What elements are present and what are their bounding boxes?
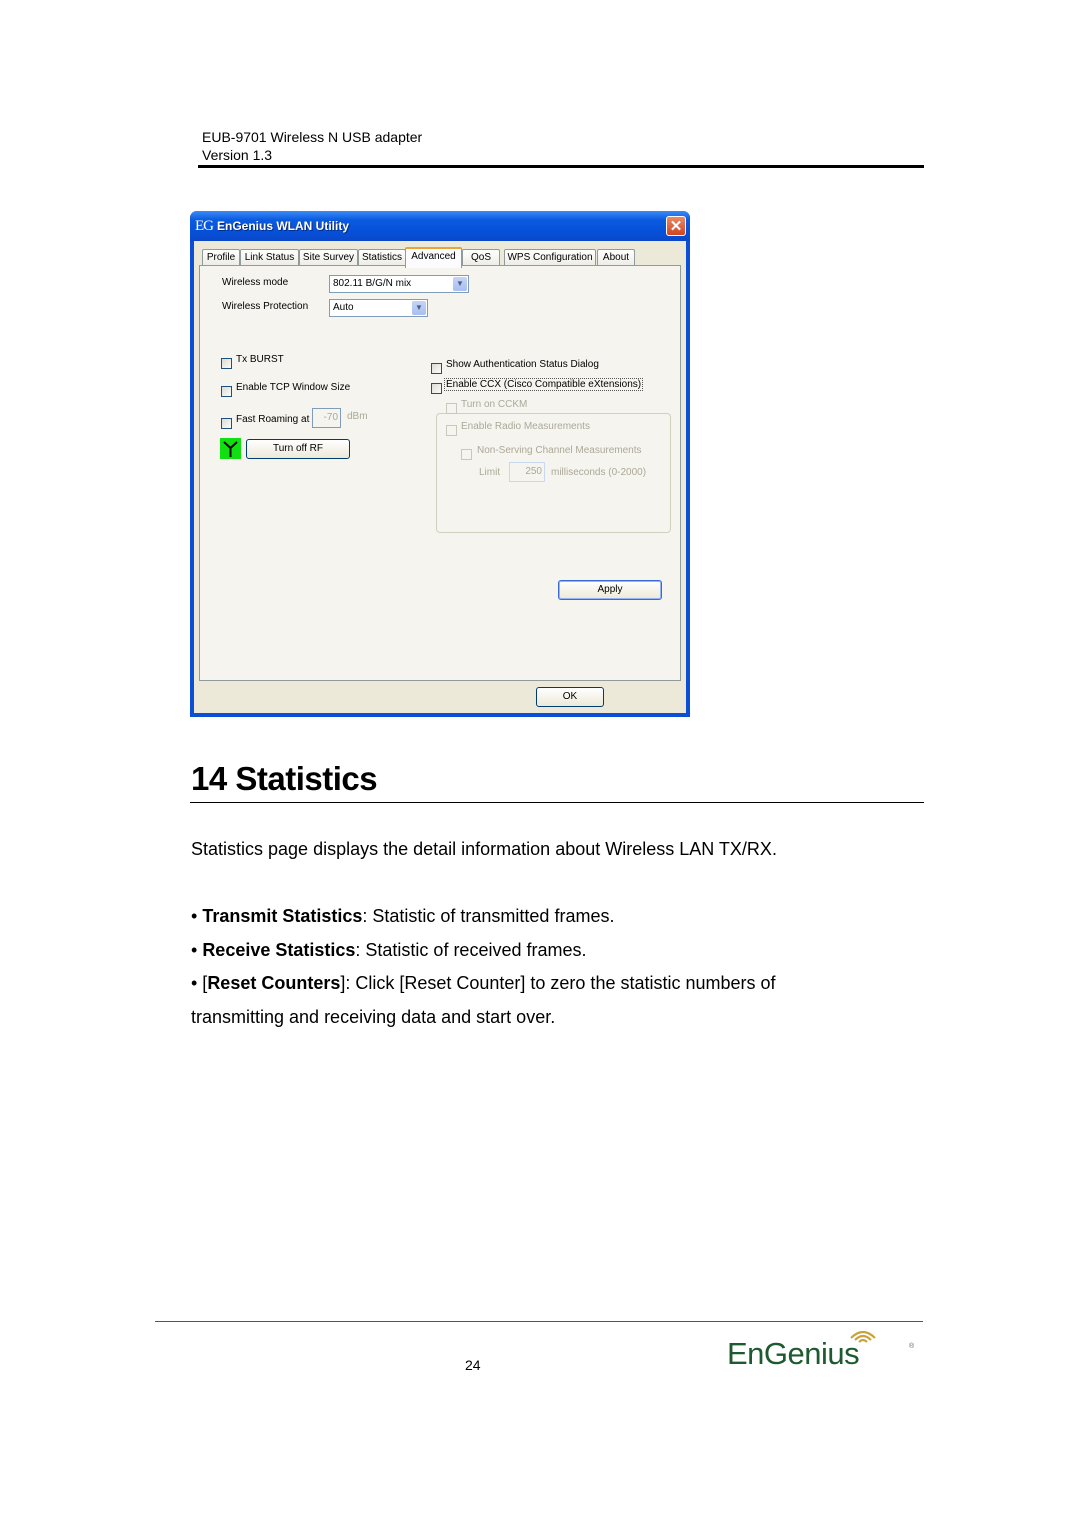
bullet-text: ]: Click [Reset Counter] to zero the sta… <box>340 973 776 993</box>
tab-link-status[interactable]: Link Status <box>240 249 299 266</box>
page-number: 24 <box>465 1357 481 1373</box>
title-bar[interactable]: EG EnGenius WLAN Utility ✕ <box>190 211 690 241</box>
fast-roaming-checkbox[interactable] <box>221 418 232 429</box>
window-title: EnGenius WLAN Utility <box>217 219 349 233</box>
tab-qos[interactable]: QoS <box>462 249 500 266</box>
fast-roaming-unit: dBm <box>347 411 368 422</box>
bullet-term: Reset Counters <box>207 973 341 993</box>
limit-input[interactable]: 250 <box>509 462 545 482</box>
tcp-window-label: Enable TCP Window Size <box>236 382 351 393</box>
non-serving-label: Non-Serving Channel Measurements <box>477 445 642 456</box>
footer-rule <box>155 1321 923 1322</box>
turn-on-cckm-checkbox[interactable] <box>446 403 457 414</box>
wireless-protection-select[interactable]: Auto ▼ <box>329 299 428 317</box>
radio-measurements-checkbox[interactable] <box>446 425 457 436</box>
radio-measurements-label: Enable Radio Measurements <box>461 421 590 432</box>
show-auth-dialog-checkbox[interactable] <box>431 363 442 374</box>
bullet-marker: • <box>191 906 203 926</box>
tab-advanced[interactable]: Advanced <box>405 247 462 268</box>
enable-ccx-checkbox[interactable] <box>431 383 442 394</box>
bullet-term: Transmit Statistics <box>202 906 363 926</box>
fast-roaming-label: Fast Roaming at <box>236 414 310 425</box>
tab-wps-configuration[interactable]: WPS Configuration <box>504 249 596 266</box>
wlan-utility-window: EG EnGenius WLAN Utility ✕ Profile Link … <box>190 211 690 717</box>
apply-button[interactable]: Apply <box>558 580 662 600</box>
show-auth-dialog-label: Show Authentication Status Dialog <box>446 359 599 370</box>
limit-label: Limit <box>479 467 501 478</box>
tab-profile[interactable]: Profile <box>202 249 240 266</box>
limit-unit: milliseconds (0-2000) <box>551 467 647 478</box>
bullet-receive: • Receive Statistics: Statistic of recei… <box>191 940 587 961</box>
ok-button[interactable]: OK <box>536 687 604 707</box>
fast-roaming-threshold-input[interactable]: -70 <box>312 408 341 428</box>
bullet-marker: • <box>191 940 203 960</box>
bullet-text: : Statistic of received frames. <box>355 940 587 960</box>
enable-ccx-label: Enable CCX (Cisco Compatible eXtensions) <box>443 378 644 391</box>
bullet-term: Receive Statistics <box>202 940 356 960</box>
non-serving-checkbox[interactable] <box>461 449 472 460</box>
bullet-transmit: • Transmit Statistics: Statistic of tran… <box>191 906 614 927</box>
antenna-icon <box>223 441 238 457</box>
section-title: 14 Statistics <box>191 760 378 797</box>
registered-mark: ® <box>909 1343 915 1350</box>
product-name: EUB-9701 Wireless N USB adapter <box>202 129 423 145</box>
wireless-mode-select[interactable]: 802.11 B/G/N mix ▼ <box>329 275 469 293</box>
advanced-panel: Wireless mode 802.11 B/G/N mix ▼ Wireles… <box>199 265 681 681</box>
close-icon: ✕ <box>669 218 683 235</box>
tcp-window-checkbox[interactable] <box>221 386 232 397</box>
tx-burst-label: Tx BURST <box>236 354 284 365</box>
window-client: Profile Link Status Site Survey Statisti… <box>194 241 686 713</box>
tab-about[interactable]: About <box>597 249 635 266</box>
wireless-mode-value: 802.11 B/G/N mix <box>333 278 412 289</box>
turn-off-rf-button[interactable]: Turn off RF <box>246 439 350 459</box>
turn-on-cckm-label: Turn on CCKM <box>461 399 528 410</box>
brand-name: EnGenius <box>727 1336 860 1371</box>
close-button[interactable]: ✕ <box>666 216 686 236</box>
wireless-protection-value: Auto <box>333 302 354 313</box>
bullet-marker: • [ <box>191 973 208 993</box>
chevron-down-icon[interactable]: ▼ <box>412 301 426 315</box>
section-intro: Statistics page displays the detail info… <box>191 839 777 859</box>
app-logo-icon: EG <box>195 218 214 234</box>
bullet-reset-continuation: transmitting and receiving data and star… <box>191 1007 556 1027</box>
tx-burst-checkbox[interactable] <box>221 358 232 369</box>
radio-status-indicator <box>220 438 241 459</box>
wireless-mode-label: Wireless mode <box>222 277 289 288</box>
chevron-down-icon[interactable]: ▼ <box>453 277 467 291</box>
section-rule <box>190 802 924 803</box>
document-version: Version 1.3 <box>202 147 273 163</box>
tab-statistics[interactable]: Statistics <box>358 249 406 266</box>
header-rule <box>198 165 924 168</box>
tab-site-survey[interactable]: Site Survey <box>299 249 358 266</box>
wireless-protection-label: Wireless Protection <box>222 301 309 312</box>
bullet-reset-counters: • [Reset Counters]: Click [Reset Counter… <box>191 973 776 994</box>
bullet-text: : Statistic of transmitted frames. <box>362 906 615 926</box>
